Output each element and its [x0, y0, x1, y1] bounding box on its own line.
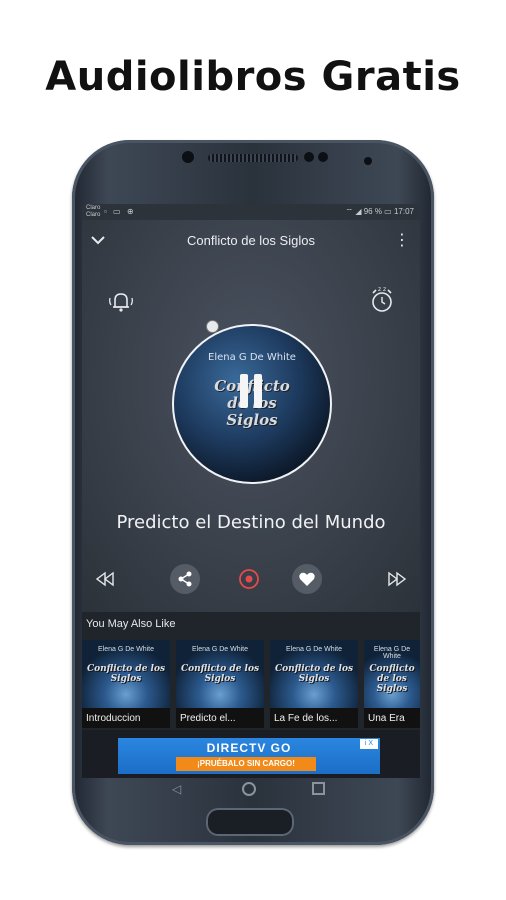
card-label: Predicto el... — [180, 713, 236, 724]
cover-art: Elena G De White Conflicto de los Siglos — [172, 324, 332, 484]
ad-cta[interactable]: ¡PRUÉBALO SIN CARGO! — [176, 757, 316, 771]
status-bar: Claro Claro ▫ ▭ ⊕ ⌔ ◢ 96 % ▭ 17:07 — [82, 204, 420, 220]
status-right: ⌔ ◢ 96 % ▭ 17:07 — [346, 207, 414, 217]
carrier-top: Claro — [86, 205, 101, 211]
recommendation-list: Elena G De White Conflicto de los Siglos… — [82, 640, 420, 728]
bell-icon[interactable] — [106, 286, 136, 316]
player-panel: Conflicto de los Siglos ⋮ z z Elena G De… — [82, 220, 420, 612]
earpiece-speaker — [208, 154, 298, 162]
sensor — [364, 157, 372, 165]
card-cover: Elena G De White Conflicto de los Siglos — [364, 640, 420, 708]
front-camera — [182, 151, 194, 163]
player-topbar: Conflicto de los Siglos ⋮ — [82, 220, 420, 260]
back-icon[interactable]: ◁ — [172, 782, 181, 796]
card-author: Elena G De White — [191, 646, 249, 653]
more-vert-icon[interactable]: ⋮ — [394, 230, 410, 250]
carrier-bottom: Claro — [86, 212, 101, 218]
cover-author: Elena G De White — [208, 352, 296, 363]
section-heading: You May Also Like — [86, 618, 176, 630]
sensor — [318, 152, 328, 162]
ad-brand: DIRECTV GO — [206, 741, 292, 755]
book-title: Conflicto de los Siglos — [187, 233, 315, 248]
share-icon[interactable] — [170, 564, 200, 594]
home-icon[interactable] — [242, 782, 256, 796]
recommendation-card[interactable]: Elena G De White Conflicto de los Siglos… — [270, 640, 358, 728]
card-cover: Elena G De White Conflicto de los Siglos — [176, 640, 264, 708]
battery-icon: ▭ — [384, 207, 392, 216]
recommendation-card[interactable]: Elena G De White Conflicto de los Siglos… — [176, 640, 264, 728]
fast-forward-icon[interactable] — [382, 564, 412, 594]
clock: 17:07 — [393, 207, 414, 216]
card-author: Elena G De White — [285, 646, 343, 653]
track-name: Predicto el Destino del Mundo — [116, 512, 386, 533]
card-author: Elena G De White — [97, 646, 155, 653]
card-title: Conflicto de los Siglos — [86, 664, 166, 684]
notification-icons: ▫ ▭ ⊕ — [104, 207, 136, 216]
sensor — [304, 152, 314, 162]
svg-text:z z: z z — [378, 286, 386, 293]
app-screen: Claro Claro ▫ ▭ ⊕ ⌔ ◢ 96 % ▭ 17:07 Confl… — [82, 204, 420, 778]
ad-banner[interactable]: DIRECTV GO ¡PRUÉBALO SIN CARGO! i X — [118, 738, 380, 774]
recent-apps-icon[interactable] — [312, 782, 325, 795]
card-author: Elena G De White — [373, 646, 411, 660]
card-title: Conflicto de los Siglos — [180, 664, 260, 684]
wifi-icon: ⌔ — [345, 207, 354, 216]
card-label: Introduccion — [86, 713, 141, 724]
carrier-labels: Claro Claro — [86, 205, 100, 219]
battery-text: 96 % — [363, 207, 382, 216]
navigation-keys: ◁ — [82, 778, 420, 800]
headline: Audiolibros Gratis — [45, 54, 461, 100]
heart-icon[interactable] — [292, 564, 322, 594]
rewind-icon[interactable] — [90, 564, 120, 594]
recommendation-card[interactable]: Elena G De White Conflicto de los Siglos… — [364, 640, 420, 728]
card-title: Conflicto de los Siglos — [369, 664, 415, 694]
signal-icon: ◢ — [355, 207, 362, 216]
playback-controls — [82, 560, 420, 600]
cover-title-line: Siglos — [226, 411, 278, 429]
card-label: Una Era — [368, 713, 405, 724]
card-title: Conflicto de los Siglos — [274, 664, 354, 684]
pause-icon[interactable] — [240, 374, 264, 408]
recommendation-card[interactable]: Elena G De White Conflicto de los Siglos… — [82, 640, 170, 728]
card-label: La Fe de los... — [274, 713, 338, 724]
hardware-home-button[interactable] — [206, 808, 294, 836]
record-icon[interactable] — [234, 564, 264, 594]
phone-top — [72, 140, 434, 210]
recommendations-section: You May Also Like Elena G De White Confl… — [82, 612, 420, 730]
ad-close-icon[interactable]: i X — [360, 739, 378, 749]
card-cover: Elena G De White Conflicto de los Siglos — [270, 640, 358, 708]
alarm-clock-icon[interactable]: z z — [366, 284, 398, 316]
card-cover: Elena G De White Conflicto de los Siglos — [82, 640, 170, 708]
